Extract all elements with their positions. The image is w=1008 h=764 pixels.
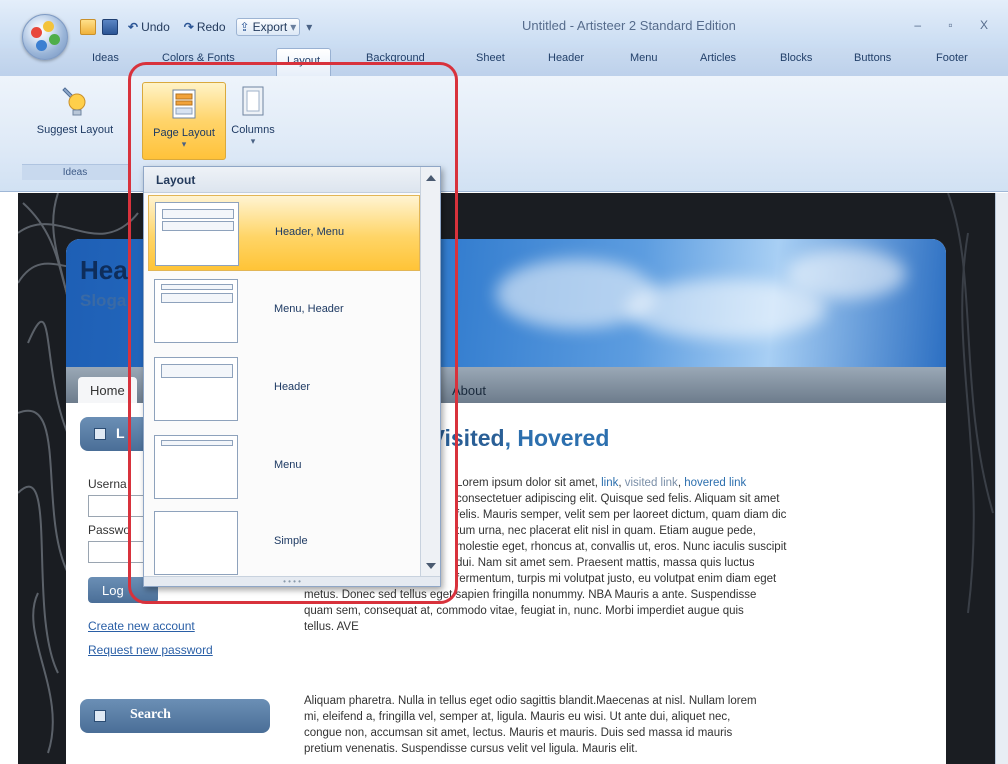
app-menu-orb-icon[interactable] <box>22 14 68 60</box>
site-slogan: Sloga <box>80 291 127 310</box>
vertical-scrollbar[interactable] <box>995 193 1008 764</box>
tab-layout[interactable]: Layout <box>276 48 332 76</box>
site-title: Hea <box>80 255 128 285</box>
tab-blocks[interactable]: Blocks <box>780 52 812 64</box>
layout-option-header-menu[interactable]: Header, Menu <box>148 195 420 271</box>
search-block-header: Search <box>80 699 270 733</box>
page-layout-button[interactable]: Page Layout ▾ <box>142 82 226 160</box>
ribbon-tabs: Ideas Colors & Fonts Layout Background S… <box>0 48 1008 76</box>
artisteer-window: ↶ Undo ↷ Redo ⇪ Export ▾ ▾ Untitled - Ar… <box>0 0 1008 764</box>
menu-item-home[interactable]: Home <box>78 377 137 403</box>
tab-buttons[interactable]: Buttons <box>854 52 891 64</box>
save-icon[interactable] <box>102 19 118 35</box>
layout-thumbnail <box>155 202 239 266</box>
layout-thumbnail <box>154 435 238 499</box>
layout-thumbnail <box>154 279 238 343</box>
post-link[interactable]: link <box>601 477 618 489</box>
undo-icon: ↶ <box>128 20 139 34</box>
layout-option-menu[interactable]: Menu <box>148 429 420 505</box>
tab-background[interactable]: Background <box>366 52 425 64</box>
export-button[interactable]: ⇪ Export ▾ <box>235 18 301 36</box>
tab-sheet[interactable]: Sheet <box>476 52 505 64</box>
post-hovered-link[interactable]: hovered link <box>684 477 746 489</box>
gallery-scrollbar[interactable] <box>420 167 440 577</box>
block-bullet-icon <box>94 428 106 440</box>
create-account-link[interactable]: Create new account <box>88 619 195 633</box>
gallery-title: Layout <box>144 167 440 193</box>
username-label: Userna <box>88 477 127 491</box>
columns-button[interactable]: Columns ▾ <box>226 84 280 147</box>
redo-icon: ↷ <box>183 20 194 34</box>
tab-articles[interactable]: Articles <box>700 52 736 64</box>
suggest-layout-icon <box>59 84 91 118</box>
redo-button[interactable]: ↷ Redo <box>180 18 230 36</box>
layout-option-header[interactable]: Header <box>148 351 420 427</box>
layout-gallery-dropdown: Layout Header, Menu Menu, Header Header <box>143 166 441 587</box>
window-controls[interactable]: – ▫ X <box>914 18 1000 32</box>
post-visited-link[interactable]: visited link <box>625 477 678 489</box>
layout-option-simple[interactable]: Simple <box>148 505 420 581</box>
layout-option-menu-header[interactable]: Menu, Header <box>148 273 420 349</box>
export-icon: ⇪ <box>239 20 250 34</box>
block-bullet-icon <box>94 710 106 722</box>
chevron-down-icon: ▾ <box>250 136 256 146</box>
quick-access-toolbar: ↶ Undo ↷ Redo ⇪ Export ▾ ▾ <box>80 16 312 38</box>
layout-thumbnail <box>154 511 238 575</box>
tab-header[interactable]: Header <box>548 52 584 64</box>
tab-ideas[interactable]: Ideas <box>92 52 119 64</box>
customize-toolbar-icon[interactable]: ▾ <box>306 20 312 34</box>
window-title: Untitled - Artisteer 2 Standard Edition <box>522 18 736 33</box>
gallery-resize-grip[interactable]: • • • • <box>144 576 440 586</box>
undo-button[interactable]: ↶ Undo <box>124 18 174 36</box>
request-password-link[interactable]: Request new password <box>88 643 213 657</box>
tab-colors-fonts[interactable]: Colors & Fonts <box>162 52 235 64</box>
tab-menu[interactable]: Menu <box>630 52 658 64</box>
columns-icon <box>237 84 269 118</box>
password-label: Passwo <box>88 523 131 537</box>
scroll-up-icon[interactable] <box>426 175 436 181</box>
layout-thumbnail <box>154 357 238 421</box>
chevron-down-icon: ▾ <box>181 139 187 149</box>
post-paragraph-2: Aliquam pharetra. Nulla in tellus eget o… <box>304 695 757 755</box>
ribbon-group-ideas-label: Ideas <box>22 164 128 180</box>
title-bar: ↶ Undo ↷ Redo ⇪ Export ▾ ▾ Untitled - Ar… <box>0 0 1008 48</box>
menu-item-about[interactable]: About <box>440 377 498 403</box>
scroll-down-icon[interactable] <box>426 563 436 569</box>
chevron-down-icon: ▾ <box>290 20 297 34</box>
page-layout-icon <box>168 87 200 121</box>
tab-footer[interactable]: Footer <box>936 52 968 64</box>
suggest-layout-button[interactable]: Suggest Layout <box>26 84 124 136</box>
folder-open-icon[interactable] <box>80 19 96 35</box>
